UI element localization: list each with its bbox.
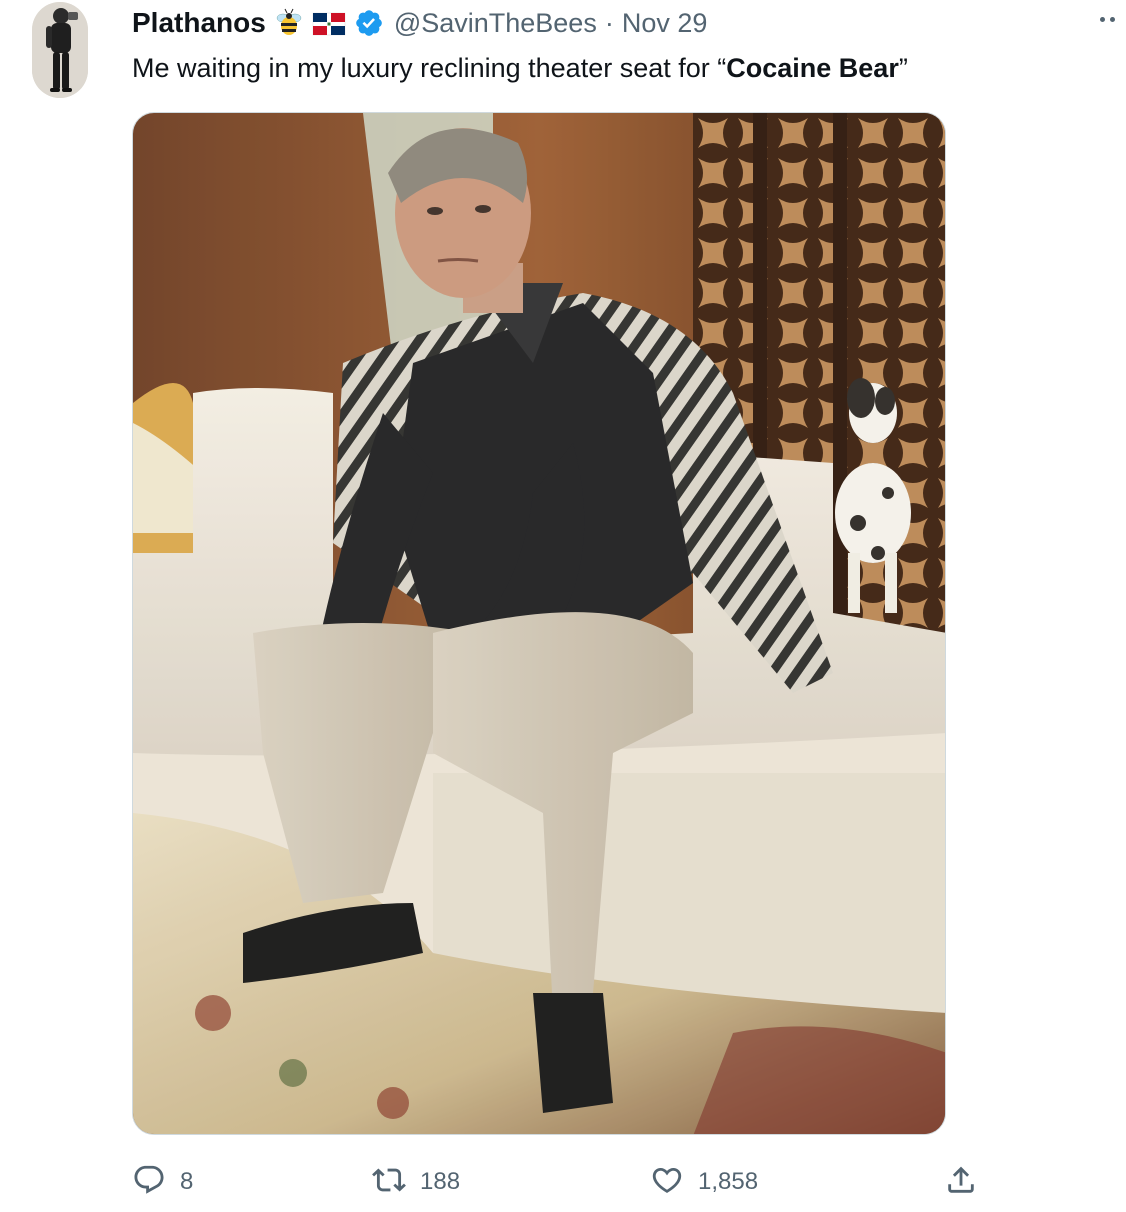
display-name[interactable]: Plathanos xyxy=(132,7,266,39)
bee-emoji xyxy=(274,8,304,38)
tweet[interactable]: Plathanos @SavinTheBees · Nov 29 Me wait… xyxy=(0,0,1126,1212)
tweet-date[interactable]: Nov 29 xyxy=(622,8,708,39)
reply-icon xyxy=(132,1163,166,1202)
retweet-button[interactable]: 188 xyxy=(372,1160,460,1204)
retweet-count: 188 xyxy=(420,1168,461,1195)
tweet-text-before: Me waiting in my luxury reclining theate… xyxy=(132,53,727,83)
retweet-icon xyxy=(372,1163,406,1202)
tweet-text-after: ” xyxy=(898,53,908,83)
verified-badge-icon xyxy=(354,8,384,38)
like-count: 1,858 xyxy=(698,1168,759,1195)
author-handle[interactable]: @SavinTheBees xyxy=(394,8,597,39)
tweet-text-bold: Cocaine Bear xyxy=(726,53,899,83)
reply-count: 8 xyxy=(180,1168,194,1195)
separator-dot: · xyxy=(604,7,614,38)
tweet-actions: 8 188 1,858 xyxy=(132,1160,992,1204)
reply-button[interactable]: 8 xyxy=(132,1160,193,1204)
tweet-header: Plathanos @SavinTheBees · Nov 29 xyxy=(132,4,707,42)
tweet-photo[interactable] xyxy=(132,112,946,1135)
tweet-text: Me waiting in my luxury reclining theate… xyxy=(132,48,908,88)
share-icon xyxy=(944,1163,978,1202)
dominican-republic-flag-emoji xyxy=(312,8,346,38)
like-button[interactable]: 1,858 xyxy=(650,1160,758,1204)
avatar[interactable] xyxy=(32,2,88,98)
heart-icon xyxy=(650,1163,684,1202)
more-icon[interactable] xyxy=(1100,14,1120,24)
share-button[interactable] xyxy=(944,1160,978,1204)
